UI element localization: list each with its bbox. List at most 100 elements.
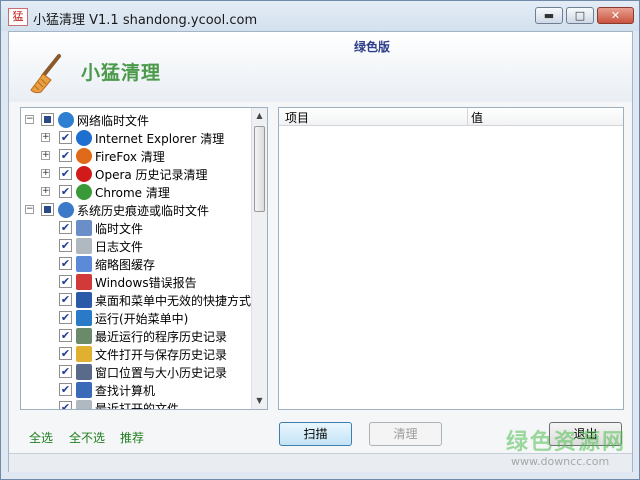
firefox-icon [76,148,92,164]
column-divider[interactable] [467,108,468,125]
opera-icon [76,166,92,182]
tree-item[interactable]: ✔ 临时文件 [21,219,257,237]
tree-item[interactable]: ✔ 缩略图缓存 [21,255,257,273]
app-icon: 猛 [8,8,28,26]
tree-item[interactable]: + ✔ Internet Explorer 清理 [21,129,257,147]
main-window: 猛 小猛清理 V1.1 shandong.ycool.com ▬ □ ✕ 绿色版… [0,0,640,480]
maximize-button[interactable]: □ [566,7,594,24]
tree-item-checkbox[interactable]: ✔ [59,149,72,162]
tree-item-checkbox[interactable]: ✔ [59,383,72,396]
app-header: 绿色版 小猛清理 [9,32,632,102]
window-icon [76,364,92,380]
scroll-thumb[interactable] [254,126,265,212]
recommend-link[interactable]: 推荐 [120,429,144,446]
tree-item-checkbox[interactable]: ✔ [59,347,72,360]
windows-icon [58,202,74,218]
expand-icon[interactable]: + [41,187,50,196]
tree-item[interactable]: + ✔ Opera 历史记录清理 [21,165,257,183]
tree-item-label: 文件打开与保存历史记录 [95,348,228,362]
search-computer-icon [76,382,92,398]
collapse-icon[interactable]: − [25,115,34,124]
tree-item-checkbox[interactable]: ✔ [59,365,72,378]
tree-item-label: 最近运行的程序历史记录 [95,330,228,344]
tree-item-label: Opera 历史记录清理 [95,168,208,182]
tree-item-checkbox[interactable]: ✔ [59,239,72,252]
edition-badge: 绿色版 [354,40,391,54]
expand-icon[interactable]: + [41,133,50,142]
tree-item-checkbox[interactable]: ✔ [59,185,72,198]
thumbnail-icon [76,256,92,272]
client-area: 绿色版 小猛清理 − 网络临时文件 + ✔ Internet Explorer 清理 + ✔… [8,31,633,472]
results-list[interactable]: 项目 值 [278,107,624,410]
scroll-up-arrow-icon[interactable]: ▲ [252,108,267,124]
tree-item[interactable]: + ✔ FireFox 清理 [21,147,257,165]
cleanup-tree[interactable]: − 网络临时文件 + ✔ Internet Explorer 清理 + ✔ FireFox 清… [20,107,268,410]
title-bar[interactable]: 猛 小猛清理 V1.1 shandong.ycool.com ▬ □ ✕ [1,1,639,31]
close-button[interactable]: ✕ [597,7,634,24]
chrome-icon [76,184,92,200]
column-header-item[interactable]: 项目 [285,109,309,126]
collapse-icon[interactable]: − [25,205,34,214]
minimize-button[interactable]: ▬ [535,7,563,24]
tree-item[interactable]: ✔ 最近打开的文件 [21,399,257,410]
tree-item-label: Chrome 清理 [95,186,170,200]
scan-button[interactable]: 扫描 [279,422,352,446]
tree-item-label: 缩略图缓存 [95,258,156,272]
tree-item-checkbox[interactable]: ✔ [59,311,72,324]
tree-item-checkbox[interactable] [41,113,54,126]
tree-item-label: 桌面和菜单中无效的快捷方式 [95,294,252,308]
tree-item[interactable]: + ✔ Chrome 清理 [21,183,257,201]
desktop-icon [76,292,92,308]
tree-scrollbar[interactable]: ▲ ▼ [251,108,267,409]
tree-item[interactable]: − 系统历史痕迹或临时文件 [21,201,257,219]
select-none-link[interactable]: 全不选 [69,429,105,446]
tree-item[interactable]: ✔ Windows错误报告 [21,273,257,291]
scroll-down-arrow-icon[interactable]: ▼ [252,393,267,409]
tree-item[interactable]: ✔ 最近运行的程序历史记录 [21,327,257,345]
tree-item-label: 运行(开始菜单中) [95,312,189,326]
broom-icon [30,54,61,94]
tree-item-checkbox[interactable]: ✔ [59,275,72,288]
run-icon [76,310,92,326]
tree-item-checkbox[interactable]: ✔ [59,131,72,144]
tree-item[interactable]: ✔ 日志文件 [21,237,257,255]
tree-item-label: 最近打开的文件 [95,402,180,410]
tree-item-label: FireFox 清理 [95,150,165,164]
log-file-icon [76,238,92,254]
tree-item-checkbox[interactable]: ✔ [59,329,72,342]
tree-item-checkbox[interactable]: ✔ [59,293,72,306]
tree-item-label: 系统历史痕迹或临时文件 [77,204,210,218]
tree-item-checkbox[interactable] [41,203,54,216]
watermark-url: www.downcc.com [511,455,610,468]
window-title: 小猛清理 V1.1 shandong.ycool.com [33,13,258,28]
tree-item[interactable]: ✔ 运行(开始菜单中) [21,309,257,327]
tree-item[interactable]: ✔ 窗口位置与大小历史记录 [21,363,257,381]
select-all-link[interactable]: 全选 [29,429,53,446]
tree-item-checkbox[interactable]: ✔ [59,167,72,180]
expand-icon[interactable]: + [41,151,50,160]
ie-icon [76,130,92,146]
results-list-header: 项目 值 [279,108,623,126]
app-name-heading: 小猛清理 [81,62,162,84]
tree-item-checkbox[interactable]: ✔ [59,221,72,234]
folder-icon [76,346,92,362]
column-header-value[interactable]: 值 [471,109,483,126]
tree-item-label: 查找计算机 [95,384,156,398]
tree-item-label: 网络临时文件 [77,114,150,128]
tree-item[interactable]: ✔ 桌面和菜单中无效的快捷方式 [21,291,257,309]
expand-icon[interactable]: + [41,169,50,178]
tree-item[interactable]: ✔ 文件打开与保存历史记录 [21,345,257,363]
tree-item-label: Windows错误报告 [95,276,197,290]
tree-item-label: 日志文件 [95,240,144,254]
recent-file-icon [76,400,92,409]
tree-item-label: 临时文件 [95,222,144,236]
tree-item-checkbox[interactable]: ✔ [59,401,72,409]
watermark-text: 绿色资源网 [506,430,627,455]
clean-button[interactable]: 清理 [369,422,442,446]
tree-item[interactable]: ✔ 查找计算机 [21,381,257,399]
globe-icon [58,112,74,128]
tree-item[interactable]: − 网络临时文件 [21,111,257,129]
tree-item-checkbox[interactable]: ✔ [59,257,72,270]
error-report-icon [76,274,92,290]
program-history-icon [76,328,92,344]
